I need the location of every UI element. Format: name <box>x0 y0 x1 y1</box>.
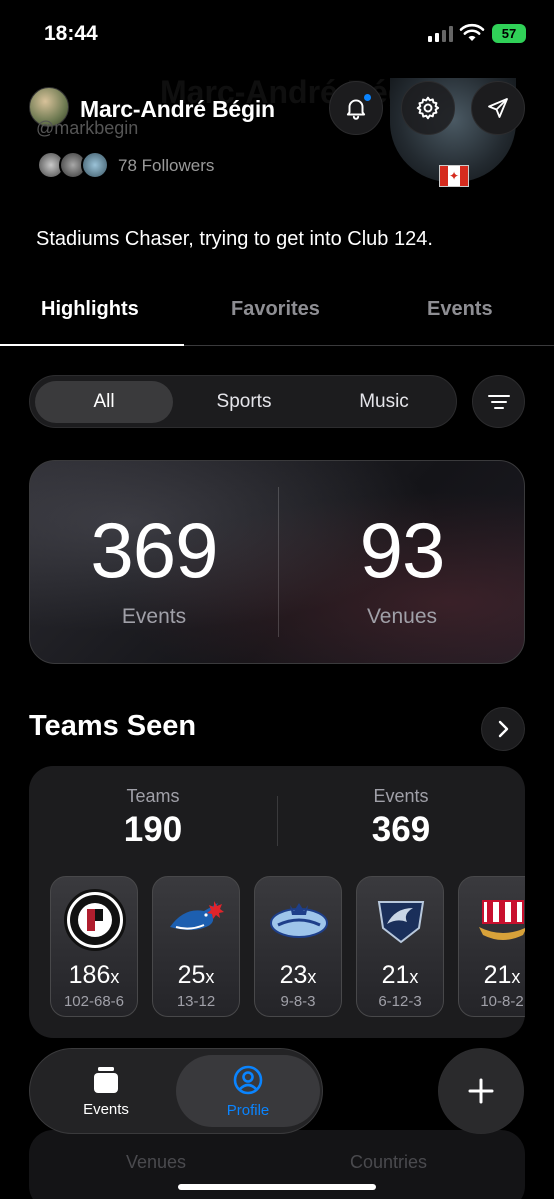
teams-label: Teams <box>126 786 180 806</box>
cellular-signal-icon <box>428 26 453 42</box>
bottom-nav: Events Profile <box>29 1048 323 1134</box>
team-record: 9-8-3 <box>280 993 316 1010</box>
teams-seen-more-button[interactable] <box>481 707 525 751</box>
venues-label: Venues <box>366 605 438 628</box>
team-record: 10-8-2 <box>480 993 524 1010</box>
count-suffix: x <box>110 967 120 987</box>
profile-handle: @markbegin <box>36 118 139 138</box>
category-filter: All Sports Music <box>29 375 457 428</box>
venues-count: 93 <box>359 506 446 594</box>
filter-music[interactable]: Music <box>316 381 452 423</box>
team-tile[interactable]: 25x 13-12 <box>152 876 240 1017</box>
followers-avatars[interactable] <box>37 151 109 179</box>
chevron-right-icon <box>498 720 509 738</box>
settings-button[interactable] <box>401 81 455 135</box>
filter-lines-icon <box>487 394 510 409</box>
sort-filter-button[interactable] <box>472 375 525 428</box>
follower-avatar <box>81 151 109 179</box>
teams-seen-title: Teams Seen <box>29 710 197 742</box>
status-time: 18:44 <box>44 22 98 45</box>
team-count: 21 <box>381 961 410 989</box>
profile-bio: Stadiums Chaser, trying to get into Club… <box>36 228 433 250</box>
countries-faded-label: Countries <box>350 1152 428 1172</box>
count-suffix: x <box>511 967 521 987</box>
add-event-button[interactable] <box>438 1048 524 1134</box>
filter-sports[interactable]: Sports <box>176 381 312 423</box>
ticket-stack-icon <box>94 1066 118 1093</box>
status-bar: 18:44 57 <box>0 0 554 70</box>
home-indicator[interactable] <box>178 1184 376 1190</box>
team-count: 186 <box>68 961 111 989</box>
team-tile[interactable]: 186x 102-68-6 <box>50 876 138 1017</box>
plus-icon <box>468 1078 494 1104</box>
team-tile[interactable]: 21x 10-8-2 <box>458 876 525 1017</box>
blue-jays-logo-icon <box>166 889 228 951</box>
nav-events[interactable]: Events <box>34 1055 178 1127</box>
nav-profile-label: Profile <box>226 1101 270 1119</box>
venues-faded-label: Venues <box>126 1152 187 1172</box>
nav-events-label: Events <box>83 1100 129 1118</box>
profile-tabs: Highlights Favorites Events <box>0 290 554 346</box>
filter-all[interactable]: All <box>35 381 173 423</box>
remparts-logo-icon <box>64 889 126 951</box>
team-count: 23 <box>279 961 308 989</box>
team-record: 13-12 <box>176 993 216 1010</box>
canada-flag-icon: ✦ <box>439 165 469 187</box>
active-tab-indicator <box>0 344 184 346</box>
teams-seen-card: Teams 190 Events 369 186x 102-68-6 25x 1… <box>29 766 525 1038</box>
followers-count[interactable]: 78 Followers <box>118 156 214 176</box>
teams-events-label: Events <box>373 786 429 806</box>
team-record: 102-68-6 <box>63 993 125 1010</box>
wifi-icon <box>459 23 485 41</box>
drakkar-logo-icon <box>472 889 525 951</box>
count-suffix: x <box>205 967 215 987</box>
team-count: 25 <box>177 961 206 989</box>
nav-profile[interactable]: Profile <box>176 1055 320 1127</box>
tab-favorites[interactable]: Favorites <box>231 298 320 321</box>
notification-dot <box>363 93 372 102</box>
gear-icon <box>416 96 440 120</box>
stats-card[interactable]: 369 Events 93 Venues <box>29 460 525 664</box>
tab-events[interactable]: Events <box>427 298 493 321</box>
team-record: 6-12-3 <box>378 993 422 1010</box>
team-count: 21 <box>483 961 512 989</box>
oceanic-logo-icon <box>370 889 432 951</box>
profile-icon <box>233 1065 263 1094</box>
teams-events-count: 369 <box>371 810 431 849</box>
team-tiles-row: 186x 102-68-6 25x 13-12 23x 9-8-3 21x 6-… <box>50 876 525 1018</box>
battery-indicator: 57 <box>492 24 526 43</box>
count-suffix: x <box>409 967 419 987</box>
tab-highlights[interactable]: Highlights <box>41 298 139 321</box>
send-icon <box>488 98 508 118</box>
notifications-button[interactable] <box>329 81 383 135</box>
sagueneens-logo-icon <box>268 889 330 951</box>
teams-count: 190 <box>123 810 183 849</box>
count-suffix: x <box>307 967 317 987</box>
events-label: Events <box>121 605 187 628</box>
events-count: 369 <box>90 506 218 594</box>
team-tile[interactable]: 21x 6-12-3 <box>356 876 444 1017</box>
team-tile[interactable]: 23x 9-8-3 <box>254 876 342 1017</box>
share-button[interactable] <box>471 81 525 135</box>
